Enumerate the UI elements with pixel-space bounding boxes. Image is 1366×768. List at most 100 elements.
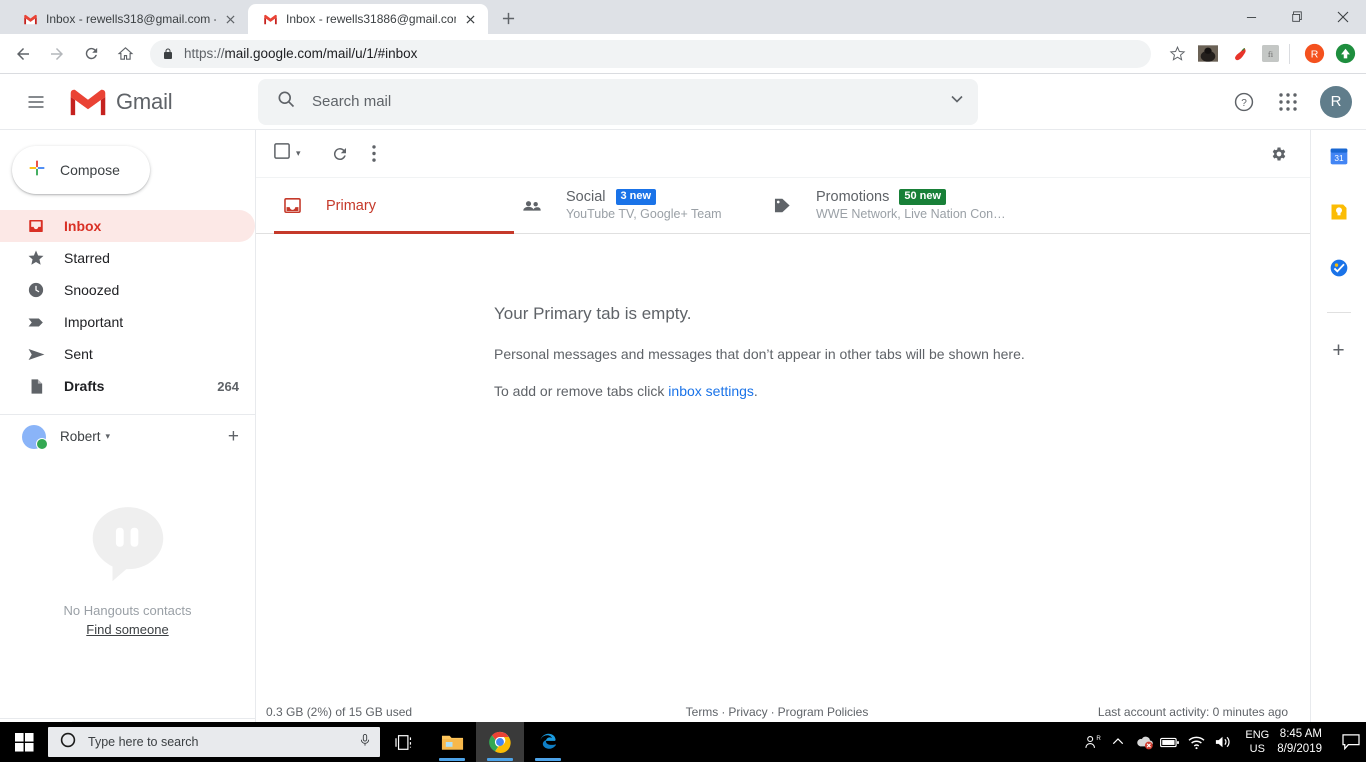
bookmark-star-icon[interactable] (1164, 41, 1190, 67)
program-policies-link[interactable]: Program Policies (778, 705, 869, 719)
important-chevron-icon (26, 312, 46, 332)
google-calendar-icon[interactable]: 31 (1327, 144, 1351, 168)
privacy-link[interactable]: Privacy (728, 705, 767, 719)
extension-photo-icon[interactable] (1195, 41, 1221, 67)
sidebar-item-snoozed[interactable]: Snoozed (0, 274, 255, 306)
hangouts-avatar-icon (22, 424, 48, 450)
minimize-button[interactable] (1228, 0, 1274, 34)
task-view-icon[interactable] (380, 722, 428, 762)
inbox-tab-icon (280, 194, 304, 218)
gmail-logo-icon (70, 89, 106, 115)
edge-icon[interactable] (524, 722, 572, 762)
reload-icon[interactable] (76, 39, 106, 69)
file-explorer-icon[interactable] (428, 722, 476, 762)
terms-link[interactable]: Terms (686, 705, 719, 719)
refresh-icon[interactable] (323, 136, 357, 172)
taskbar-search-box[interactable]: Type here to search (48, 727, 380, 757)
chevron-down-icon[interactable]: ▾ (106, 431, 111, 442)
windows-start-icon[interactable] (0, 722, 48, 762)
microphone-icon[interactable] (358, 733, 372, 752)
maximize-button[interactable] (1274, 0, 1320, 34)
add-addon-button[interactable]: + (1327, 339, 1351, 363)
volume-icon[interactable] (1209, 722, 1235, 762)
search-input[interactable] (312, 93, 950, 110)
action-center-icon[interactable] (1336, 722, 1366, 762)
close-icon[interactable] (222, 11, 238, 27)
sidebar-item-important[interactable]: Important (0, 306, 255, 338)
show-hidden-icons-icon[interactable] (1105, 722, 1131, 762)
address-bar[interactable]: https://mail.google.com/mail/u/1/#inbox (150, 39, 1151, 68)
profile-r-icon[interactable]: R (1301, 41, 1327, 67)
sidebar-item-starred[interactable]: Starred (0, 242, 255, 274)
back-icon[interactable] (8, 39, 38, 69)
tab-primary[interactable]: Primary (274, 178, 514, 234)
footer-links-block: Terms · Privacy · Program Policies (596, 705, 958, 719)
sidebar-item-drafts[interactable]: Drafts 264 (0, 370, 255, 402)
gmail-logo[interactable]: Gmail (68, 87, 248, 117)
wifi-icon[interactable] (1183, 722, 1209, 762)
tab-promotions-label: Promotions (816, 188, 890, 205)
more-vertical-icon[interactable] (357, 136, 391, 172)
extension-pepper-icon[interactable] (1226, 41, 1252, 67)
new-tab-button[interactable] (494, 4, 522, 32)
star-icon (26, 248, 46, 268)
sidebar-item-label: Starred (64, 250, 110, 266)
onedrive-error-icon[interactable] (1131, 722, 1157, 762)
update-icon[interactable] (1332, 41, 1358, 67)
avatar-initial: R (1330, 93, 1342, 110)
chrome-icon[interactable] (476, 722, 524, 762)
tab-promotions-badge: 50 new (899, 188, 947, 205)
url-rest: mail.google.com/mail/u/1/#inbox (224, 46, 418, 61)
empty-state-description: Personal messages and messages that don’… (494, 346, 1025, 362)
tab-promotions[interactable]: Promotions 50 new WWE Network, Live Nati… (764, 178, 1014, 233)
clock-icon (26, 280, 46, 300)
find-someone-link[interactable]: Find someone (86, 622, 168, 637)
language-indicator[interactable]: ENG US (1245, 728, 1269, 756)
hangouts-balloon-icon (85, 502, 171, 593)
browser-tab-title: Inbox - rewells318@gmail.com - (46, 12, 216, 26)
tab-social-text: Social 3 new YouTube TV, Google+ Team (566, 188, 722, 223)
google-tasks-icon[interactable] (1327, 256, 1351, 280)
browser-tab-strip: Inbox - rewells318@gmail.com - Inbox - r… (0, 0, 1366, 34)
hamburger-menu-icon[interactable] (12, 78, 60, 126)
help-icon[interactable]: ? (1224, 82, 1264, 122)
empty-state-title: Your Primary tab is empty. (494, 304, 692, 323)
clock[interactable]: 8:45 AM 8/9/2019 (1277, 727, 1322, 757)
avatar[interactable]: R (1320, 85, 1352, 118)
empty-state-suffix: . (753, 383, 758, 399)
battery-icon[interactable] (1157, 722, 1183, 762)
select-all-checkbox[interactable]: ▾ (270, 136, 305, 172)
inbox-settings-link[interactable]: inbox settings (668, 383, 754, 399)
svg-text:31: 31 (1334, 153, 1344, 163)
chevron-down-icon[interactable] (950, 92, 964, 111)
chevron-down-icon[interactable]: ▾ (296, 148, 301, 159)
gear-icon[interactable] (1262, 136, 1296, 172)
plus-color-icon (26, 157, 48, 184)
tab-primary-label: Primary (326, 197, 376, 214)
tab-social-label: Social (566, 188, 606, 205)
tab-social-badge: 3 new (615, 188, 657, 205)
addon-side-panel: 31 + (1310, 130, 1366, 762)
empty-state: Your Primary tab is empty. Personal mess… (256, 234, 1310, 690)
search-bar[interactable] (258, 78, 978, 125)
plus-icon[interactable]: + (228, 426, 239, 448)
clock-date: 8/9/2019 (1277, 743, 1322, 755)
compose-button[interactable]: Compose (12, 146, 150, 194)
browser-tab-1[interactable]: Inbox - rewells318@gmail.com - (8, 4, 248, 34)
gmail-icon (22, 11, 38, 27)
lock-icon (162, 48, 174, 60)
google-apps-grid-icon[interactable] (1268, 82, 1308, 122)
browser-tab-2[interactable]: Inbox - rewells31886@gmail.com (248, 4, 488, 34)
svg-text:R: R (1096, 735, 1101, 742)
tab-social[interactable]: Social 3 new YouTube TV, Google+ Team (514, 178, 764, 233)
close-button[interactable] (1320, 0, 1366, 34)
google-keep-icon[interactable] (1327, 200, 1351, 224)
hangouts-account-row[interactable]: Robert ▾ + (0, 414, 255, 458)
sidebar-item-inbox[interactable]: Inbox (0, 210, 255, 242)
home-icon[interactable] (110, 39, 140, 69)
sidebar-item-sent[interactable]: Sent (0, 338, 255, 370)
extension-gray-icon[interactable]: fi (1257, 41, 1283, 67)
people-share-icon[interactable]: R (1079, 722, 1105, 762)
close-icon[interactable] (462, 11, 478, 27)
forward-icon[interactable] (42, 39, 72, 69)
